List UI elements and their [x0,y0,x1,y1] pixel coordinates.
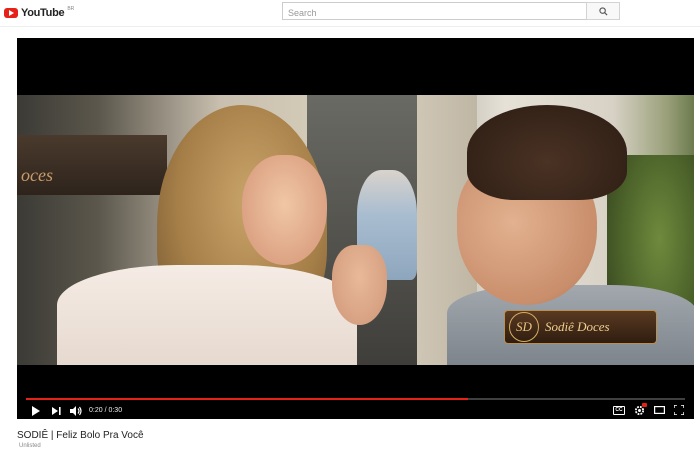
progress-bar[interactable] [26,398,685,400]
settings-button[interactable] [633,403,647,416]
right-controls: CC [613,403,685,416]
hd-badge-icon [642,403,647,407]
player-controls: 0:20 / 0:30 CC [17,402,694,419]
time-display: 0:20 / 0:30 [89,407,122,414]
brand-watermark: SD Sodiê Doces [504,310,657,344]
woman-top [57,265,357,365]
time-current: 0:20 [89,407,103,414]
fullscreen-icon [674,405,684,415]
youtube-logo[interactable]: YouTube BR [4,5,74,21]
fullscreen-button[interactable] [673,404,685,416]
time-total: 0:30 [108,407,123,414]
logo-region: BR [67,6,75,12]
next-icon [51,406,61,415]
masthead: YouTube BR [0,0,700,27]
awning-text: oces [21,165,53,185]
progress-fill [26,398,468,400]
theater-mode-button[interactable] [653,404,665,416]
video-title: SODIÊ | Feliz Bolo Pra Você [17,430,144,441]
search-input[interactable] [283,6,583,20]
youtube-play-icon [4,8,18,18]
play-icon [31,405,40,416]
search-icon [598,6,608,16]
play-button[interactable] [29,405,41,417]
privacy-status: Unlisted [19,443,41,449]
man-hair [467,105,627,200]
video-player[interactable]: oces SD Sodiê Doces 0:20 / 0:30 CC [17,38,694,419]
volume-button[interactable] [69,405,83,417]
hand-with-cake [332,245,387,325]
theater-icon [653,406,665,414]
search-box [282,2,588,20]
captions-button[interactable]: CC [613,405,625,415]
brand-monogram: SD [509,312,539,342]
volume-icon [70,405,82,416]
logo-text: YouTube [21,7,65,19]
brand-name: Sodiê Doces [545,319,610,334]
woman-face [242,155,327,265]
search-button[interactable] [586,2,620,20]
next-button[interactable] [50,405,62,417]
